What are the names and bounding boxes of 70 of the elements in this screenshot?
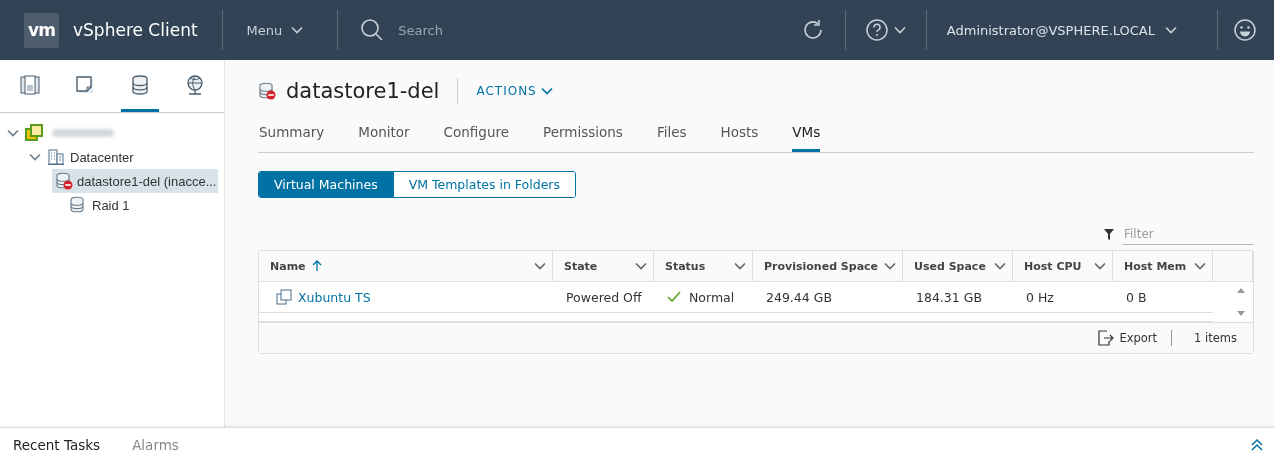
building-icon [47,148,65,166]
tree-item[interactable]: Raid 1 [0,193,224,217]
table-cell: Powered Off [566,289,642,305]
column-menu-icon [635,262,647,270]
column-menu-icon [734,262,746,270]
vcenter-icon [25,124,43,142]
table-cell: 0 Hz [1026,289,1054,305]
expand-chevron-icon [7,129,19,137]
filter-field[interactable]: Filter [1122,224,1254,245]
datastore-error-icon [258,82,276,100]
object-tab[interactable]: Configure [443,122,509,152]
expand-chevron-icon [29,153,41,161]
filter-icon [1104,229,1114,240]
column-header[interactable]: State [553,251,654,282]
panel-tab[interactable]: Alarms [119,436,192,453]
search-field[interactable]: Search [396,21,561,39]
sort-ascending-icon [311,260,322,272]
column-menu-icon [1094,262,1106,270]
column-menu-icon [1194,262,1206,270]
chevron-down-icon [893,26,906,34]
chevron-down-icon [540,87,553,95]
export-icon [1097,330,1115,346]
checkmark-icon [667,291,681,303]
redacted-label [52,129,114,137]
view-toggle-button[interactable]: VM Templates in Folders [392,172,575,197]
column-header[interactable]: Host Mem [1113,251,1213,282]
object-title: datastore1-del [286,79,440,103]
export-button[interactable]: Export [1097,330,1173,346]
tree-item[interactable]: Datacenter [0,145,224,169]
chevron-down-icon [291,26,304,34]
object-tab[interactable]: Summary [259,122,325,152]
table-cell: 184.31 GB [916,289,982,305]
help-icon [865,19,888,41]
vm-template-icon [73,74,96,96]
hosts-icon [18,74,41,96]
vm-name-link[interactable]: Xubuntu TS [272,289,371,305]
user-menu[interactable]: Administrator@VSPHERE.LOCAL [926,22,1217,38]
item-count: 1 items [1193,331,1238,345]
table-cell: Normal [654,282,753,313]
expand-panel-icon[interactable] [1250,437,1264,452]
panel-tab[interactable]: Recent Tasks [0,436,114,453]
column-menu-icon [534,262,546,270]
app-title: vSphere Client [73,20,198,40]
chevron-down-icon [1165,26,1177,34]
scroll-up-icon[interactable] [1237,288,1245,293]
datastore-icon [69,196,87,214]
view-toggle-button[interactable]: Virtual Machines [259,172,393,197]
column-menu-icon [994,262,1006,270]
object-tab[interactable]: Hosts [720,122,759,152]
column-header[interactable]: Name [259,251,553,282]
object-tab[interactable]: Monitor [358,122,410,152]
search-icon [360,18,385,42]
column-header[interactable]: Provisioned Space [753,251,903,282]
actions-menu[interactable]: ACTIONS [476,84,553,98]
object-tab[interactable]: VMs [792,122,821,152]
scroll-down-icon[interactable] [1237,311,1245,316]
smiley-icon[interactable] [1234,19,1256,41]
column-header[interactable]: Status [654,251,753,282]
vm-icon [276,289,292,305]
table-cell: 0 B [1126,289,1147,305]
menu-button[interactable]: Menu [222,22,338,38]
object-tab[interactable]: Files [656,122,687,152]
tree-item[interactable]: datastore1-del (inacce... [52,169,219,193]
column-header[interactable]: Used Space [903,251,1013,282]
object-tab[interactable]: Permissions [543,122,623,152]
table-cell: 249.44 GB [766,289,832,305]
column-menu-icon [884,262,896,270]
vm-logo: vm [24,12,59,48]
datastore-error-icon [55,172,73,190]
column-header[interactable]: Host CPU [1013,251,1113,282]
